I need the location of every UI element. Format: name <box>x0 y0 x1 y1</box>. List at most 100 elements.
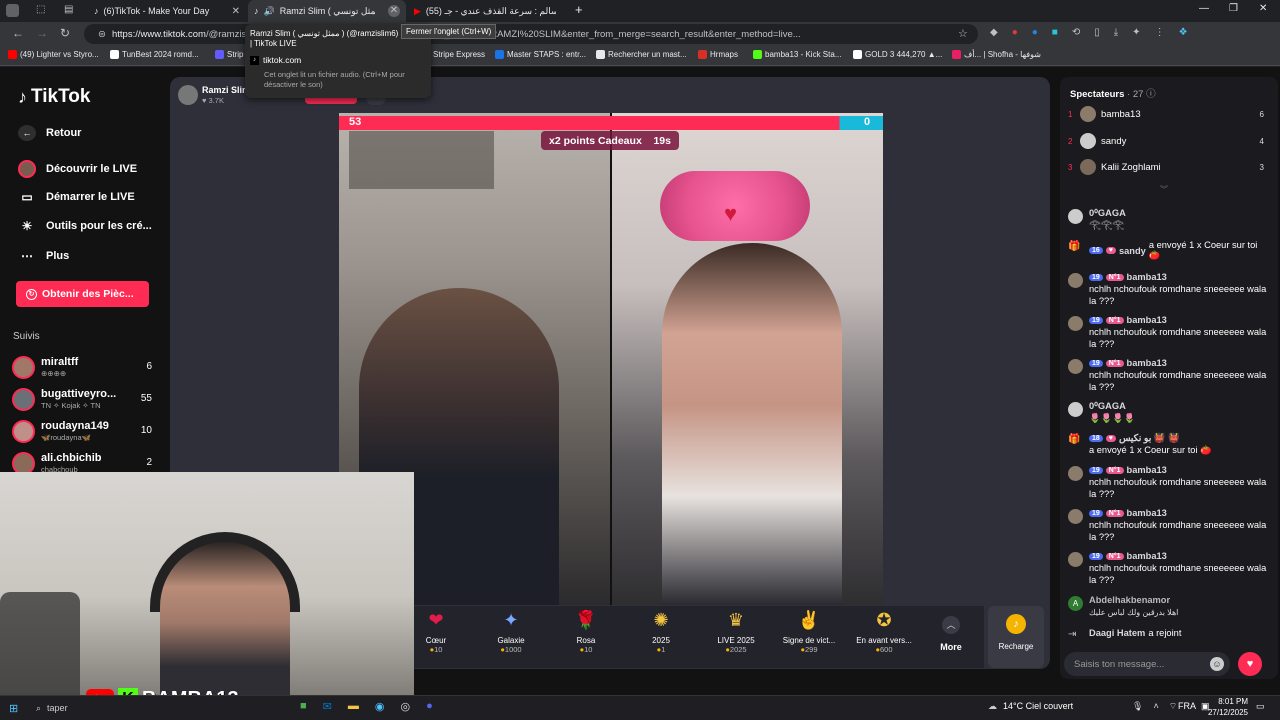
gift-item[interactable]: 🌹 Rosa ●10 <box>551 610 621 654</box>
nav-more[interactable]: ⋯ Plus <box>18 249 69 263</box>
emoji-icon[interactable]: ☺ <box>1210 657 1224 671</box>
bookmark-item[interactable]: Master STAPS : entr... <box>495 50 586 59</box>
avatar[interactable] <box>1068 359 1083 374</box>
gift-item[interactable]: ✺ 2025 ●1 <box>626 610 696 654</box>
restore-icon[interactable]: ❐ <box>1229 3 1238 14</box>
bookmark-item[interactable]: أف... | Shofha - شوفها <box>952 50 1041 59</box>
like-heart-button[interactable]: ♥ <box>1238 652 1262 676</box>
lightbulb-icon: ☀ <box>21 219 33 233</box>
stripe-icon <box>215 50 224 59</box>
wifi-icon[interactable]: ⌔ <box>1169 701 1177 712</box>
following-item[interactable]: bugattiveyro... TN ✧ Kojak ✧ TN 55 <box>12 386 162 412</box>
clock[interactable]: 8:01 PM 27/12/2025 <box>1200 696 1248 718</box>
bookmark-item[interactable]: Strip <box>215 50 243 59</box>
reload-icon[interactable]: ↻ <box>60 26 70 40</box>
nav-discover-live[interactable]: Découvrir le LIVE <box>18 160 137 178</box>
tab-search-icon[interactable]: ⬚ <box>36 4 45 15</box>
extension-1-icon[interactable]: ◆ <box>990 27 998 38</box>
new-tab-button[interactable]: + <box>575 2 583 17</box>
collapse-chevron-icon[interactable]: ︾ <box>1160 184 1168 195</box>
bookmark-item[interactable]: Hrmaps <box>698 50 738 59</box>
tiktok-logo[interactable]: ♪ TikTok <box>18 86 90 108</box>
outlook-icon[interactable]: ✉ <box>323 700 332 713</box>
bookmark-item[interactable]: Rechercher un mast... <box>596 50 687 59</box>
minimize-icon[interactable]: — <box>1199 3 1209 14</box>
extension-2-icon[interactable]: ● <box>1012 27 1018 38</box>
tab-youtube[interactable]: ▶ (55) سالم : سرعة القذف عندي - جـ <box>408 0 568 22</box>
nav-creator-tools[interactable]: ☀ Outils pour les cré... <box>18 219 152 233</box>
cloud-icon: ☁ <box>988 701 997 711</box>
avatar[interactable] <box>1068 402 1083 417</box>
forward-arrow-icon[interactable]: → <box>36 26 48 40</box>
bookmark-star-icon[interactable]: ☆ <box>958 27 968 40</box>
bookmark-item[interactable]: TunBest 2024 romd... <box>110 50 199 59</box>
tab-tiktok[interactable]: ♪ (6)TikTok - Make Your Day ✕ <box>88 0 246 22</box>
get-coins-button[interactable]: ↻ Obtenir des Pièc... <box>16 281 149 307</box>
site-info-icon[interactable]: ⊜ <box>98 29 106 40</box>
extensions-puzzle-icon[interactable]: ✦ <box>1132 27 1140 38</box>
ranking-item[interactable]: 3 Kalii Zoghlami 3 <box>1068 157 1264 177</box>
bookmark-item[interactable]: GOLD 3 444,270 ▲... <box>853 50 942 59</box>
bookmark-item[interactable]: (49) Lighter vs Styro... <box>8 50 99 59</box>
right-stream-video[interactable]: ♥ <box>612 113 883 605</box>
avatar[interactable] <box>1068 552 1083 567</box>
avatar[interactable] <box>1068 466 1083 481</box>
back-link[interactable]: ← Retour <box>18 125 81 141</box>
chrome-icon[interactable]: ◉ <box>375 700 385 713</box>
sidebar-toggle-icon[interactable]: ▤ <box>64 4 73 15</box>
app-icon[interactable]: ■ <box>300 700 307 713</box>
gift-item[interactable]: ♛ LIVE 2025 ●2025 <box>701 610 771 654</box>
host-avatar[interactable] <box>178 85 198 105</box>
microphone-icon[interactable]: 🎙 <box>1132 701 1143 712</box>
battle-stage[interactable]: ♥ <box>339 113 883 605</box>
nav-start-live[interactable]: ▭ Démarrer le LIVE <box>18 190 134 204</box>
discord-icon[interactable]: ● <box>426 700 433 713</box>
close-tab-icon[interactable]: ✕ <box>388 5 400 17</box>
avatar[interactable] <box>1068 273 1083 288</box>
youtube-icon <box>8 50 17 59</box>
avatar[interactable] <box>1068 316 1083 331</box>
avatar[interactable]: A <box>1068 596 1083 611</box>
ranking-item[interactable]: 1 bamba13 6 <box>1068 104 1264 124</box>
explorer-icon[interactable]: ▬ <box>348 700 359 713</box>
menu-dots-icon[interactable]: ⋮ <box>1155 27 1165 38</box>
address-bar[interactable]: ⊜ https://www.tiktok.com /@ramzislim 065… <box>84 24 978 44</box>
download-icon[interactable]: ⤓ <box>1114 27 1118 38</box>
speaker-icon[interactable]: 🔊 <box>264 6 275 17</box>
extension-5-icon[interactable]: ⟲ <box>1072 27 1080 38</box>
obs-icon[interactable]: ◎ <box>400 700 410 713</box>
chevron-up-icon[interactable]: ˄ <box>1153 701 1158 712</box>
browser-profile-icon[interactable] <box>6 4 19 17</box>
start-menu-icon[interactable]: ⊞ <box>9 702 18 715</box>
more-gifts-button[interactable]: ︿ More <box>930 612 972 662</box>
recharge-button[interactable]: ♪ Recharge <box>988 606 1044 668</box>
gift-item[interactable]: ✦ Galaxie ●1000 <box>476 610 546 654</box>
bookmark-item[interactable]: bamba13 - Kick Sta... <box>753 50 841 59</box>
extension-3-icon[interactable]: ● <box>1032 27 1038 38</box>
ranking-item[interactable]: 2 sandy 4 <box>1068 131 1264 151</box>
gift-item[interactable]: ✪ En avant vers... ●600 <box>849 610 919 654</box>
copilot-icon[interactable]: ❖ <box>1179 27 1188 38</box>
close-tab-icon[interactable]: ✕ <box>232 6 240 17</box>
info-icon[interactable]: ⓘ <box>1146 89 1156 100</box>
taskbar-search[interactable]: ⌕ taper <box>36 700 276 716</box>
chat-join-message: ⇥ Daagi Hatem a rejoint <box>1068 628 1268 642</box>
avatar[interactable] <box>1068 209 1083 224</box>
tab-ramzi-live[interactable]: ♪ 🔊 Ramzi Slim ( ممثل تونسي ) ( ✕ <box>248 0 406 22</box>
extension-4-icon[interactable]: ■ <box>1052 27 1058 38</box>
gift-item[interactable]: ✌ Signe de vict... ●299 <box>774 610 844 654</box>
following-item[interactable]: miraltff ⊕⊕⊕⊕ 6 <box>12 354 162 380</box>
language-indicator[interactable]: FRA <box>1178 701 1196 711</box>
bookmark-item[interactable]: Stripe Express <box>433 50 485 59</box>
page-icon <box>110 50 119 59</box>
avatar <box>1080 159 1096 175</box>
avatar[interactable] <box>1068 509 1083 524</box>
victory-gift-icon: ✌ <box>797 610 821 630</box>
back-arrow-icon[interactable]: ← <box>12 26 24 40</box>
chat-input[interactable]: Saisis ton message... ☺ <box>1064 652 1230 676</box>
weather-widget[interactable]: ☁ 14°C Ciel couvert <box>988 701 1073 712</box>
close-window-icon[interactable]: ✕ <box>1259 3 1267 14</box>
following-item[interactable]: roudayna149 🦋roudayna🦋 10 <box>12 418 162 444</box>
split-view-icon[interactable]: ▯ <box>1094 27 1100 38</box>
notification-icon[interactable]: ▭ <box>1256 701 1265 712</box>
